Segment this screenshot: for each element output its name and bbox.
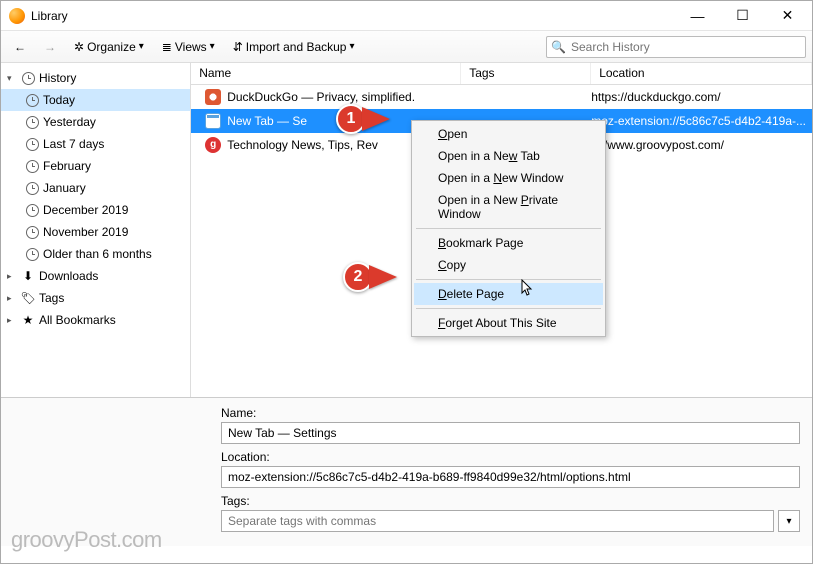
ddg-icon: [205, 89, 221, 105]
column-headers: Name Tags Location: [191, 63, 812, 85]
ctx-open-new-tab[interactable]: Open in a New Tab: [414, 145, 603, 167]
sidebar-item-dec19[interactable]: December 2019: [1, 199, 190, 221]
sidebar-history[interactable]: ▾History: [1, 67, 190, 89]
library-window: Library — ☐ ✕ ← → ✲ Organize ≣ Views ⇵ I…: [0, 0, 813, 564]
search-input[interactable]: [546, 36, 806, 58]
context-menu: Open Open in a New Tab Open in a New Win…: [411, 120, 606, 337]
search-icon: 🔍: [551, 40, 566, 54]
ctx-open-new-window[interactable]: Open in a New Window: [414, 167, 603, 189]
organize-menu[interactable]: ✲ Organize: [67, 36, 151, 58]
sidebar-item-last7[interactable]: Last 7 days: [1, 133, 190, 155]
tags-field[interactable]: [221, 510, 774, 532]
titlebar: Library — ☐ ✕: [1, 1, 812, 31]
name-label: Name:: [221, 406, 800, 420]
col-tags[interactable]: Tags: [461, 63, 591, 84]
history-row[interactable]: DuckDuckGo — Privacy, simplified. https:…: [191, 85, 812, 109]
sidebar-item-older[interactable]: Older than 6 months: [1, 243, 190, 265]
newtab-icon: [205, 113, 221, 129]
callout-2: 2: [343, 262, 397, 292]
location-label: Location:: [221, 450, 800, 464]
callout-1: 1: [336, 104, 390, 134]
sidebar: ▾History Today Yesterday Last 7 days Feb…: [1, 63, 191, 397]
name-field[interactable]: [221, 422, 800, 444]
window-title: Library: [31, 9, 675, 23]
ctx-delete-page[interactable]: Delete Page: [414, 283, 603, 305]
sidebar-item-nov19[interactable]: November 2019: [1, 221, 190, 243]
sidebar-tags[interactable]: ▸🏷Tags: [1, 287, 190, 309]
forward-button[interactable]: →: [37, 36, 63, 58]
import-backup-menu[interactable]: ⇵ Import and Backup: [226, 36, 362, 58]
minimize-button[interactable]: —: [675, 2, 720, 30]
ctx-open-private[interactable]: Open in a New Private Window: [414, 189, 603, 225]
ctx-open[interactable]: Open: [414, 123, 603, 145]
sidebar-downloads[interactable]: ▸⬇Downloads: [1, 265, 190, 287]
ctx-bookmark[interactable]: Bookmark Page: [414, 232, 603, 254]
views-menu[interactable]: ≣ Views: [155, 36, 222, 58]
details-panel: Name: Location: Tags: ▾: [1, 397, 812, 546]
tags-label: Tags:: [221, 494, 800, 508]
sidebar-item-yesterday[interactable]: Yesterday: [1, 111, 190, 133]
sidebar-item-feb[interactable]: February: [1, 155, 190, 177]
sidebar-item-jan[interactable]: January: [1, 177, 190, 199]
search-box: 🔍: [546, 36, 806, 58]
toolbar: ← → ✲ Organize ≣ Views ⇵ Import and Back…: [1, 31, 812, 63]
ctx-copy[interactable]: Copy: [414, 254, 603, 276]
groovypost-icon: g: [205, 137, 221, 153]
watermark: groovyPost.com: [11, 527, 162, 553]
maximize-button[interactable]: ☐: [720, 2, 765, 30]
cursor-icon: [521, 279, 535, 302]
col-name[interactable]: Name: [191, 63, 461, 84]
col-location[interactable]: Location: [591, 63, 812, 84]
tags-dropdown-button[interactable]: ▾: [778, 510, 800, 532]
ctx-forget-site[interactable]: Forget About This Site: [414, 312, 603, 334]
firefox-icon: [9, 8, 25, 24]
location-field[interactable]: [221, 466, 800, 488]
sidebar-bookmarks[interactable]: ▸★All Bookmarks: [1, 309, 190, 331]
sidebar-item-today[interactable]: Today: [1, 89, 190, 111]
close-button[interactable]: ✕: [765, 2, 810, 30]
back-button[interactable]: ←: [7, 36, 33, 58]
